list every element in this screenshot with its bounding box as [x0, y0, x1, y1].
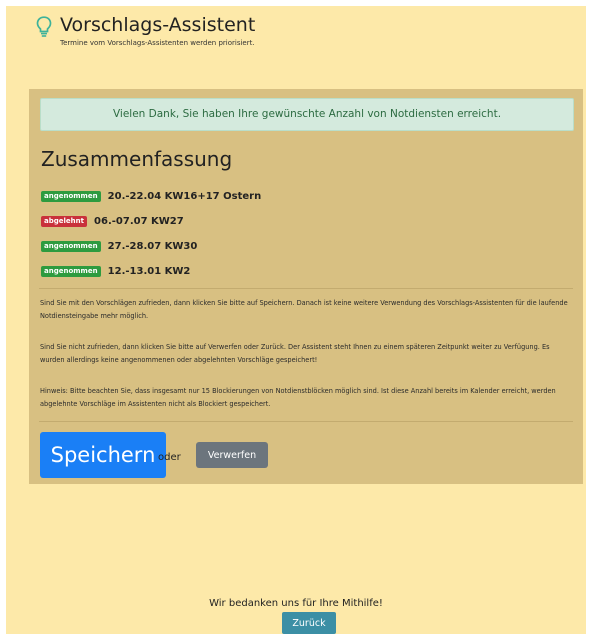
summary-item-text: 27.-28.07 KW30 — [107, 241, 198, 252]
success-alert: Vielen Dank, Sie haben Ihre gewünschte A… — [40, 98, 574, 131]
info-paragraph: Sind Sie mit den Vorschlägen zufrieden, … — [40, 299, 568, 320]
divider — [39, 288, 573, 289]
summary-item-text: 06.-07.07 KW27 — [94, 216, 184, 227]
summary-item: angenommen 27.-28.07 KW30 — [41, 236, 198, 252]
summary-card: Vielen Dank, Sie haben Ihre gewünschte A… — [29, 89, 583, 484]
save-button[interactable]: Speichern — [40, 432, 166, 478]
summary-item: angenommen 12.-13.01 KW2 — [41, 261, 191, 277]
status-badge: angenommen — [41, 266, 101, 277]
page-title: Vorschlags-Assistent — [60, 14, 256, 36]
info-paragraph: Hinweis: Bitte beachten Sie, dass insges… — [40, 387, 556, 408]
status-badge: angenommen — [41, 191, 101, 202]
divider — [39, 421, 573, 422]
page-subtitle: Termine vom Vorschlags-Assistenten werde… — [60, 39, 255, 47]
summary-item: abgelehnt 06.-07.07 KW27 — [41, 211, 184, 227]
page: Vorschlags-Assistent Termine vom Vorschl… — [6, 6, 586, 634]
summary-heading: Zusammenfassung — [41, 147, 233, 171]
summary-item: angenommen 20.-22.04 KW16+17 Ostern — [41, 186, 262, 202]
thanks-text: Wir bedanken uns für Ihre Mithilfe! — [209, 598, 383, 609]
discard-button[interactable]: Verwerfen — [196, 442, 268, 468]
summary-item-text: 20.-22.04 KW16+17 Ostern — [107, 191, 262, 202]
or-label: oder — [158, 452, 181, 463]
lightbulb-icon — [36, 16, 52, 37]
status-badge: angenommen — [41, 241, 101, 252]
back-button[interactable]: Zurück — [282, 612, 336, 634]
summary-item-text: 12.-13.01 KW2 — [107, 266, 191, 277]
status-badge: abgelehnt — [41, 216, 87, 227]
info-paragraph: Sind Sie nicht zufrieden, dann klicken S… — [40, 343, 550, 364]
